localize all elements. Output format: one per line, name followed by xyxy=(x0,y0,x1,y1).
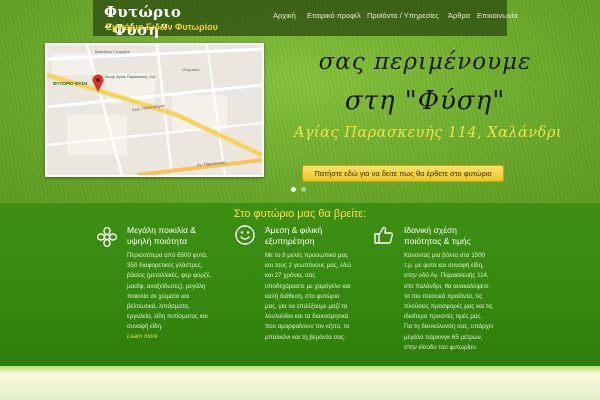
nav-item-products[interactable]: Προϊόντα / Υπηρεσίες xyxy=(367,11,439,20)
features-title: Στο φυτώριο μας θα βρείτε: xyxy=(233,208,367,220)
smiley-icon xyxy=(235,225,255,245)
site-title[interactable]: Φυτώριο “Φύση” xyxy=(104,3,244,39)
feature-1-title: Μεγάλη ποικιλία & υψηλή ποιότητα xyxy=(127,225,196,246)
feature-3-title: Ιδανική σχέση ποιότητας & τιμής xyxy=(404,225,471,246)
map-marker-label: ΦΥΤΩΡΙΟ ΦΥΣΗ xyxy=(53,81,88,86)
nav-item-home[interactable]: Αρχική xyxy=(273,11,296,20)
nav-item-profile[interactable]: Εταιρικό προφίλ xyxy=(307,11,361,20)
slogan-line-1: σας περιμένουμε xyxy=(318,49,532,75)
map-street-1: Βασιλέως Γεωργίου xyxy=(95,49,130,54)
feature-2-body: Με το 9 μελές προσωπικό μας και τους 2 γ… xyxy=(265,252,352,341)
slider-dot-1[interactable] xyxy=(291,187,296,192)
nav-item-contact[interactable]: Επικοινωνία xyxy=(477,11,518,20)
slogan-address: Αγίας Παρασκευής 114, Χαλάνδρι xyxy=(293,125,563,141)
map-marker-detail: Λεωφ. Αγίας Παρασκευής 114 xyxy=(105,75,156,79)
thumbs-up-icon xyxy=(374,226,394,244)
map-street-2: Ολυμπίας xyxy=(182,67,200,72)
slogan-line-2: στη "Φύση" xyxy=(344,86,506,116)
feature-2-title: Άμεση & φιλική εξυπηρέτηση xyxy=(265,225,323,246)
flower-icon xyxy=(96,226,118,248)
footer-divider xyxy=(0,366,600,374)
feature-3-body: Κάνοντας μια βόλτα στα 1500 τ.μ. με φυτά… xyxy=(404,252,493,351)
feature-1-body: Περισσότερα από 6500 φυτά, 350 διαφορετι… xyxy=(127,252,212,331)
learn-more-link[interactable]: Learn more xyxy=(127,334,158,340)
slider-dot-2[interactable] xyxy=(301,187,306,192)
site-subtitle: Εμπόριο Ειδών Φυτωρίου xyxy=(106,22,218,32)
nav-item-articles[interactable]: Άρθρα xyxy=(448,11,470,20)
directions-button[interactable]: Πατήστε εδώ για να δείτε πως θα έρθετε σ… xyxy=(302,165,504,182)
location-map[interactable]: ΦΥΤΩΡΙΟ ΦΥΣΗ Λεωφ. Αγίας Παρασκευής 114 … xyxy=(45,43,264,177)
map-graphic xyxy=(47,45,262,175)
